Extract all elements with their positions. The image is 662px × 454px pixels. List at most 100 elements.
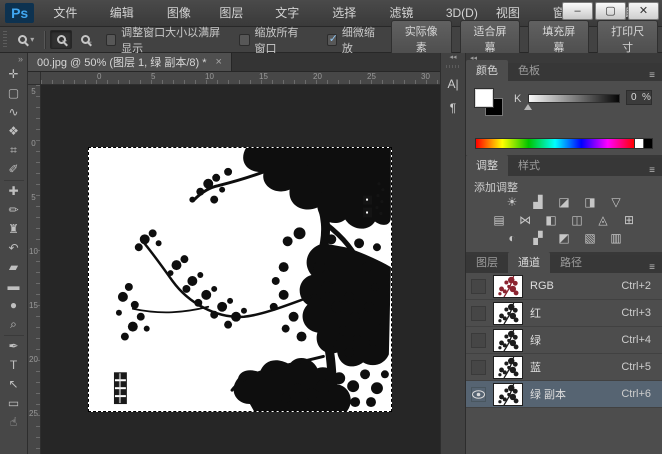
invert-icon[interactable]: ◐ (502, 230, 522, 246)
spectrum-black-swatch[interactable] (643, 139, 652, 148)
tool-eraser[interactable]: ▰ (2, 258, 26, 277)
tool-clone-stamp[interactable]: ♜ (2, 220, 26, 239)
channel-thumbnail[interactable] (493, 274, 523, 298)
scrubby-zoom-checkbox-group[interactable]: ✓ 细微缩放 (326, 24, 378, 56)
channel-row-rgb[interactable]: RGB Ctrl+2 (466, 273, 662, 300)
tab-close-icon[interactable]: × (216, 56, 222, 68)
tab-adjustments[interactable]: 调整 (466, 155, 508, 176)
resize-windows-checkbox-group[interactable]: 调整窗口大小以满屏显示 (105, 24, 221, 56)
tool-dodge[interactable]: ⌕ (2, 315, 26, 334)
channel-row-green-copy[interactable]: 绿 副本 Ctrl+6 (466, 381, 662, 408)
channel-row-red[interactable]: 红 Ctrl+3 (466, 300, 662, 327)
resize-windows-checkbox[interactable] (105, 33, 117, 46)
zoom-out-button[interactable]: − (74, 30, 96, 49)
visibility-toggle[interactable] (471, 359, 486, 375)
scrubby-zoom-checkbox[interactable]: ✓ (326, 33, 338, 46)
vibrance-icon[interactable]: ▽ (606, 194, 626, 210)
k-slider-marker[interactable] (524, 104, 532, 110)
tool-eyedropper[interactable]: ✐ (2, 160, 26, 179)
options-grip[interactable] (3, 30, 8, 49)
spectrum-gradient[interactable] (476, 139, 634, 148)
tool-path-selection[interactable]: ↖ (2, 375, 26, 394)
vertical-ruler[interactable]: 5 0 5 10 15 20 25 (28, 85, 41, 454)
channel-mixer-icon[interactable]: ◬ (593, 212, 613, 228)
black-white-icon[interactable]: ◧ (541, 212, 561, 228)
curves-icon[interactable]: ◪ (554, 194, 574, 210)
k-channel-label: K (514, 93, 522, 105)
hue-saturation-icon[interactable]: ▤ (489, 212, 509, 228)
tool-rectangle[interactable]: ▭ (2, 394, 26, 413)
minimize-button[interactable]: – (562, 2, 593, 20)
collapse-tools-icon[interactable]: » (18, 53, 27, 65)
document-tab[interactable]: 00.jpg @ 50% (图层 1, 绿 副本/8) * × (28, 53, 232, 71)
zoom-tool-preset[interactable]: ▾ (12, 35, 40, 44)
tools-panel: » ✛ ▢ ∿ ❖ ⌗ ✐ ✚ ✏ ♜ ↶ ▰ ▬ ● ⌕ ✒ T ↖ ▭ ☝ (0, 53, 28, 454)
color-lookup-icon[interactable]: ⊞ (619, 212, 639, 228)
close-button[interactable]: ✕ (628, 2, 659, 20)
tool-history-brush[interactable]: ↶ (2, 239, 26, 258)
visibility-toggle[interactable] (471, 386, 486, 402)
tool-hand[interactable]: ☝ (2, 413, 26, 432)
channel-row-green[interactable]: 绿 Ctrl+4 (466, 327, 662, 354)
tab-color[interactable]: 颜色 (466, 60, 508, 81)
channels-empty-area (466, 408, 662, 454)
channel-thumbnail[interactable] (493, 301, 523, 325)
gradient-map-icon[interactable]: ▧ (580, 230, 600, 246)
tool-lasso[interactable]: ∿ (2, 103, 26, 122)
channel-thumbnail[interactable] (493, 328, 523, 352)
character-panel-icon[interactable]: A| (443, 74, 463, 94)
expand-dock-icon[interactable]: ◂◂ (449, 53, 456, 63)
tool-rectangular-marquee[interactable]: ▢ (2, 84, 26, 103)
tool-spot-healing-brush[interactable]: ✚ (2, 182, 26, 201)
channel-thumbnail[interactable] (493, 382, 523, 406)
channel-row-blue[interactable]: 蓝 Ctrl+5 (466, 354, 662, 381)
tool-pen[interactable]: ✒ (2, 337, 26, 356)
panel-menu-icon[interactable]: ≡ (642, 70, 662, 81)
foreground-color-swatch[interactable] (474, 88, 494, 108)
color-balance-icon[interactable]: ⋈ (515, 212, 535, 228)
threshold-icon[interactable]: ◩ (554, 230, 574, 246)
visibility-toggle[interactable] (471, 332, 486, 348)
tool-quick-selection[interactable]: ❖ (2, 122, 26, 141)
channels-panel-tabs: 图层 通道 路径 ≡ (466, 252, 662, 273)
tab-layers[interactable]: 图层 (466, 252, 508, 273)
tool-gradient[interactable]: ▬ (2, 277, 26, 296)
channel-thumbnail[interactable] (493, 355, 523, 379)
visibility-toggle[interactable] (471, 278, 486, 294)
horizontal-ruler[interactable]: 0 5 10 15 20 25 30 (41, 72, 440, 85)
tool-brush[interactable]: ✏ (2, 201, 26, 220)
panel-menu-icon[interactable]: ≡ (642, 165, 662, 176)
zoom-in-button[interactable]: + (50, 30, 73, 49)
color-spectrum-ramp[interactable] (475, 138, 653, 149)
canvas-image-selection[interactable] (88, 147, 392, 412)
dock-grip[interactable] (446, 65, 460, 68)
panel-menu-icon[interactable]: ≡ (642, 262, 662, 273)
brightness-contrast-icon[interactable]: ☀ (502, 194, 522, 210)
menu-file[interactable]: 文件(F) (44, 0, 100, 47)
plum-blossom-artwork (113, 148, 391, 411)
tool-type[interactable]: T (2, 356, 26, 375)
selective-color-icon[interactable]: ▥ (606, 230, 626, 246)
tab-paths[interactable]: 路径 (550, 252, 592, 273)
canvas-pasteboard[interactable] (41, 85, 440, 454)
channel-name: RGB (530, 280, 554, 292)
exposure-icon[interactable]: ◨ (580, 194, 600, 210)
spectrum-white-swatch[interactable] (634, 139, 643, 148)
posterize-icon[interactable]: ▞ (528, 230, 548, 246)
k-slider-ramp[interactable] (528, 94, 620, 103)
ruler-tick-label: 20 (29, 355, 38, 364)
photo-filter-icon[interactable]: ◫ (567, 212, 587, 228)
visibility-toggle[interactable] (471, 305, 486, 321)
paragraph-panel-icon[interactable]: ¶ (443, 98, 463, 118)
tool-crop[interactable]: ⌗ (2, 141, 26, 160)
ruler-corner[interactable] (28, 72, 41, 85)
zoom-all-windows-checkbox[interactable] (239, 33, 250, 46)
tool-blur[interactable]: ● (2, 296, 26, 315)
tab-swatches[interactable]: 色板 (508, 60, 550, 81)
zoom-all-windows-checkbox-group[interactable]: 缩放所有窗口 (239, 24, 308, 56)
maximize-button[interactable]: ▢ (595, 2, 626, 20)
levels-icon[interactable]: ▟ (528, 194, 548, 210)
tab-styles[interactable]: 样式 (508, 155, 550, 176)
tab-channels[interactable]: 通道 (508, 252, 550, 273)
tool-move[interactable]: ✛ (2, 65, 26, 84)
